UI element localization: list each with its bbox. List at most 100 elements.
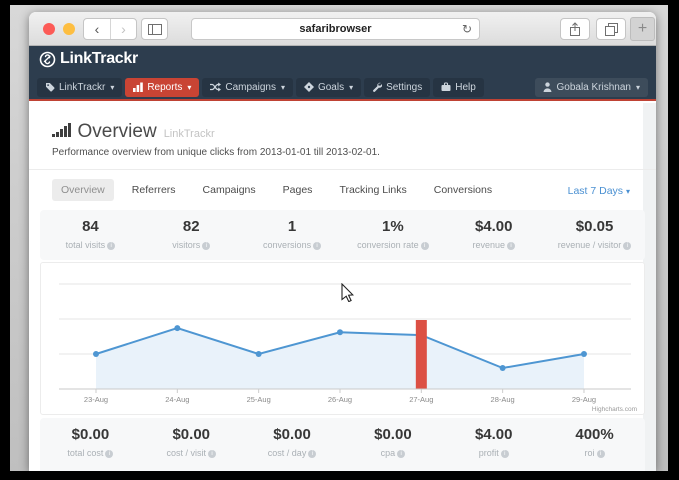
stat-value: $4.00 <box>443 426 544 443</box>
tab-tracking-links[interactable]: Tracking Links <box>330 179 415 201</box>
stat-cost-visit: $0.00 cost / visiti <box>141 418 242 471</box>
info-icon[interactable]: i <box>507 242 515 250</box>
chevron-down-icon: ▾ <box>626 187 630 196</box>
stat-conversion-rate: 1% conversion ratei <box>342 210 443 260</box>
stat-revenue-visitor: $0.05 revenue / visitori <box>544 210 645 260</box>
info-icon[interactable]: i <box>208 450 216 458</box>
info-icon[interactable]: i <box>623 242 631 250</box>
nav-item-help[interactable]: Help <box>433 78 484 97</box>
info-icon[interactable]: i <box>107 242 115 250</box>
show-tabs-button[interactable] <box>596 18 626 40</box>
stat-label: cost / day <box>268 448 307 458</box>
nav-label: Goals <box>318 82 344 93</box>
stat-roi: 400% roii <box>544 418 645 471</box>
diamond-icon <box>304 82 314 92</box>
nav-item-campaigns[interactable]: Campaigns ▾ <box>202 78 293 97</box>
stat-value: $0.00 <box>242 426 343 443</box>
info-icon[interactable]: i <box>501 450 509 458</box>
nav-item-reports[interactable]: Reports ▾ <box>125 78 199 97</box>
tab-pages[interactable]: Pages <box>274 179 322 201</box>
x-axis-label: 25-Aug <box>247 395 271 404</box>
data-point <box>581 351 587 357</box>
info-icon[interactable]: i <box>105 450 113 458</box>
stat-total-visits: 84 total visitsi <box>40 210 141 260</box>
stat-visitors: 82 visitorsi <box>141 210 242 260</box>
stat-label: cpa <box>381 448 396 458</box>
info-icon[interactable]: i <box>421 242 429 250</box>
stat-label: revenue / visitor <box>558 240 622 250</box>
data-point <box>174 325 180 331</box>
tab-campaigns[interactable]: Campaigns <box>194 179 265 201</box>
stat-value: 400% <box>544 426 645 443</box>
report-tabs: Overview Referrers Campaigns Pages Track… <box>52 179 501 201</box>
clicks-chart[interactable]: 23-Aug24-Aug25-Aug26-Aug27-Aug28-Aug29-A… <box>40 262 645 415</box>
back-button[interactable]: ‹ <box>84 19 110 39</box>
x-axis-label: 26-Aug <box>328 395 352 404</box>
chevron-down-icon: ▾ <box>110 83 114 92</box>
page-title: Overview <box>78 121 157 143</box>
brand-name: LinkTrackr <box>60 50 138 68</box>
nav-label: Settings <box>386 82 422 93</box>
new-tab-button[interactable]: + <box>630 17 655 41</box>
app-header: LinkTrackr <box>29 46 656 75</box>
info-icon[interactable]: i <box>397 450 405 458</box>
sidebar-toggle-button[interactable] <box>141 18 168 40</box>
stat-revenue: $4.00 revenuei <box>443 210 544 260</box>
highlight-band <box>416 320 427 389</box>
nav-label: Help <box>455 82 476 93</box>
stat-value: 82 <box>141 218 242 235</box>
share-icon <box>569 22 581 36</box>
nav-label: LinkTrackr <box>59 82 105 93</box>
user-menu[interactable]: Gobala Krishnan ▾ <box>535 78 648 97</box>
brand[interactable]: LinkTrackr <box>39 50 138 68</box>
page-content: Overview LinkTrackr Performance overview… <box>29 103 656 471</box>
tab-overview[interactable]: Overview <box>52 179 114 201</box>
linktrackr-logo-icon <box>39 51 56 68</box>
browser-window: ‹ › safaribrowser ↻ <box>29 12 656 471</box>
stat-label: total cost <box>67 448 103 458</box>
share-button[interactable] <box>560 18 590 40</box>
page-title-suffix: LinkTrackr <box>164 128 215 140</box>
stat-value: 84 <box>40 218 141 235</box>
data-point <box>337 329 343 335</box>
tab-conversions[interactable]: Conversions <box>425 179 501 201</box>
data-point <box>93 351 99 357</box>
stat-value: 1 <box>242 218 343 235</box>
address-bar[interactable]: safaribrowser ↻ <box>191 18 480 40</box>
reload-icon[interactable]: ↻ <box>462 19 472 40</box>
sidebar-icon <box>148 24 162 35</box>
data-point <box>500 365 506 371</box>
stat-value: 1% <box>342 218 443 235</box>
stat-cost-day: $0.00 cost / dayi <box>242 418 343 471</box>
briefcase-icon <box>441 82 451 92</box>
x-axis-label: 29-Aug <box>572 395 596 404</box>
chevron-down-icon: ▾ <box>636 83 640 92</box>
stat-label: visitors <box>172 240 200 250</box>
stat-value: $4.00 <box>443 218 544 235</box>
stat-cpa: $0.00 cpai <box>342 418 443 471</box>
forward-button[interactable]: › <box>110 19 136 39</box>
stat-total-cost: $0.00 total costi <box>40 418 141 471</box>
chevron-down-icon: ▾ <box>187 83 191 92</box>
chart-credit: Highcharts.com <box>592 406 637 413</box>
info-icon[interactable]: i <box>313 242 321 250</box>
stat-value: $0.00 <box>40 426 141 443</box>
close-button[interactable] <box>43 23 55 35</box>
chevron-down-icon: ▾ <box>281 83 285 92</box>
nav-item-settings[interactable]: Settings <box>364 78 430 97</box>
tab-referrers[interactable]: Referrers <box>123 179 185 201</box>
stat-label: conversion rate <box>357 240 419 250</box>
info-icon[interactable]: i <box>597 450 605 458</box>
info-icon[interactable]: i <box>308 450 316 458</box>
stat-label: cost / visit <box>166 448 206 458</box>
history-nav: ‹ › <box>83 18 137 40</box>
nav-item-goals[interactable]: Goals ▾ <box>296 78 361 97</box>
info-icon[interactable]: i <box>202 242 210 250</box>
data-point <box>256 351 262 357</box>
browser-toolbar: ‹ › safaribrowser ↻ <box>29 12 656 46</box>
minimize-button[interactable] <box>63 23 75 35</box>
stats-row-bottom: $0.00 total costi $0.00 cost / visiti $0… <box>40 418 645 471</box>
nav-item-linktrackr[interactable]: LinkTrackr ▾ <box>37 78 122 97</box>
page-heading: Overview LinkTrackr <box>52 121 215 143</box>
date-range-dropdown[interactable]: Last 7 Days ▾ <box>568 185 630 197</box>
